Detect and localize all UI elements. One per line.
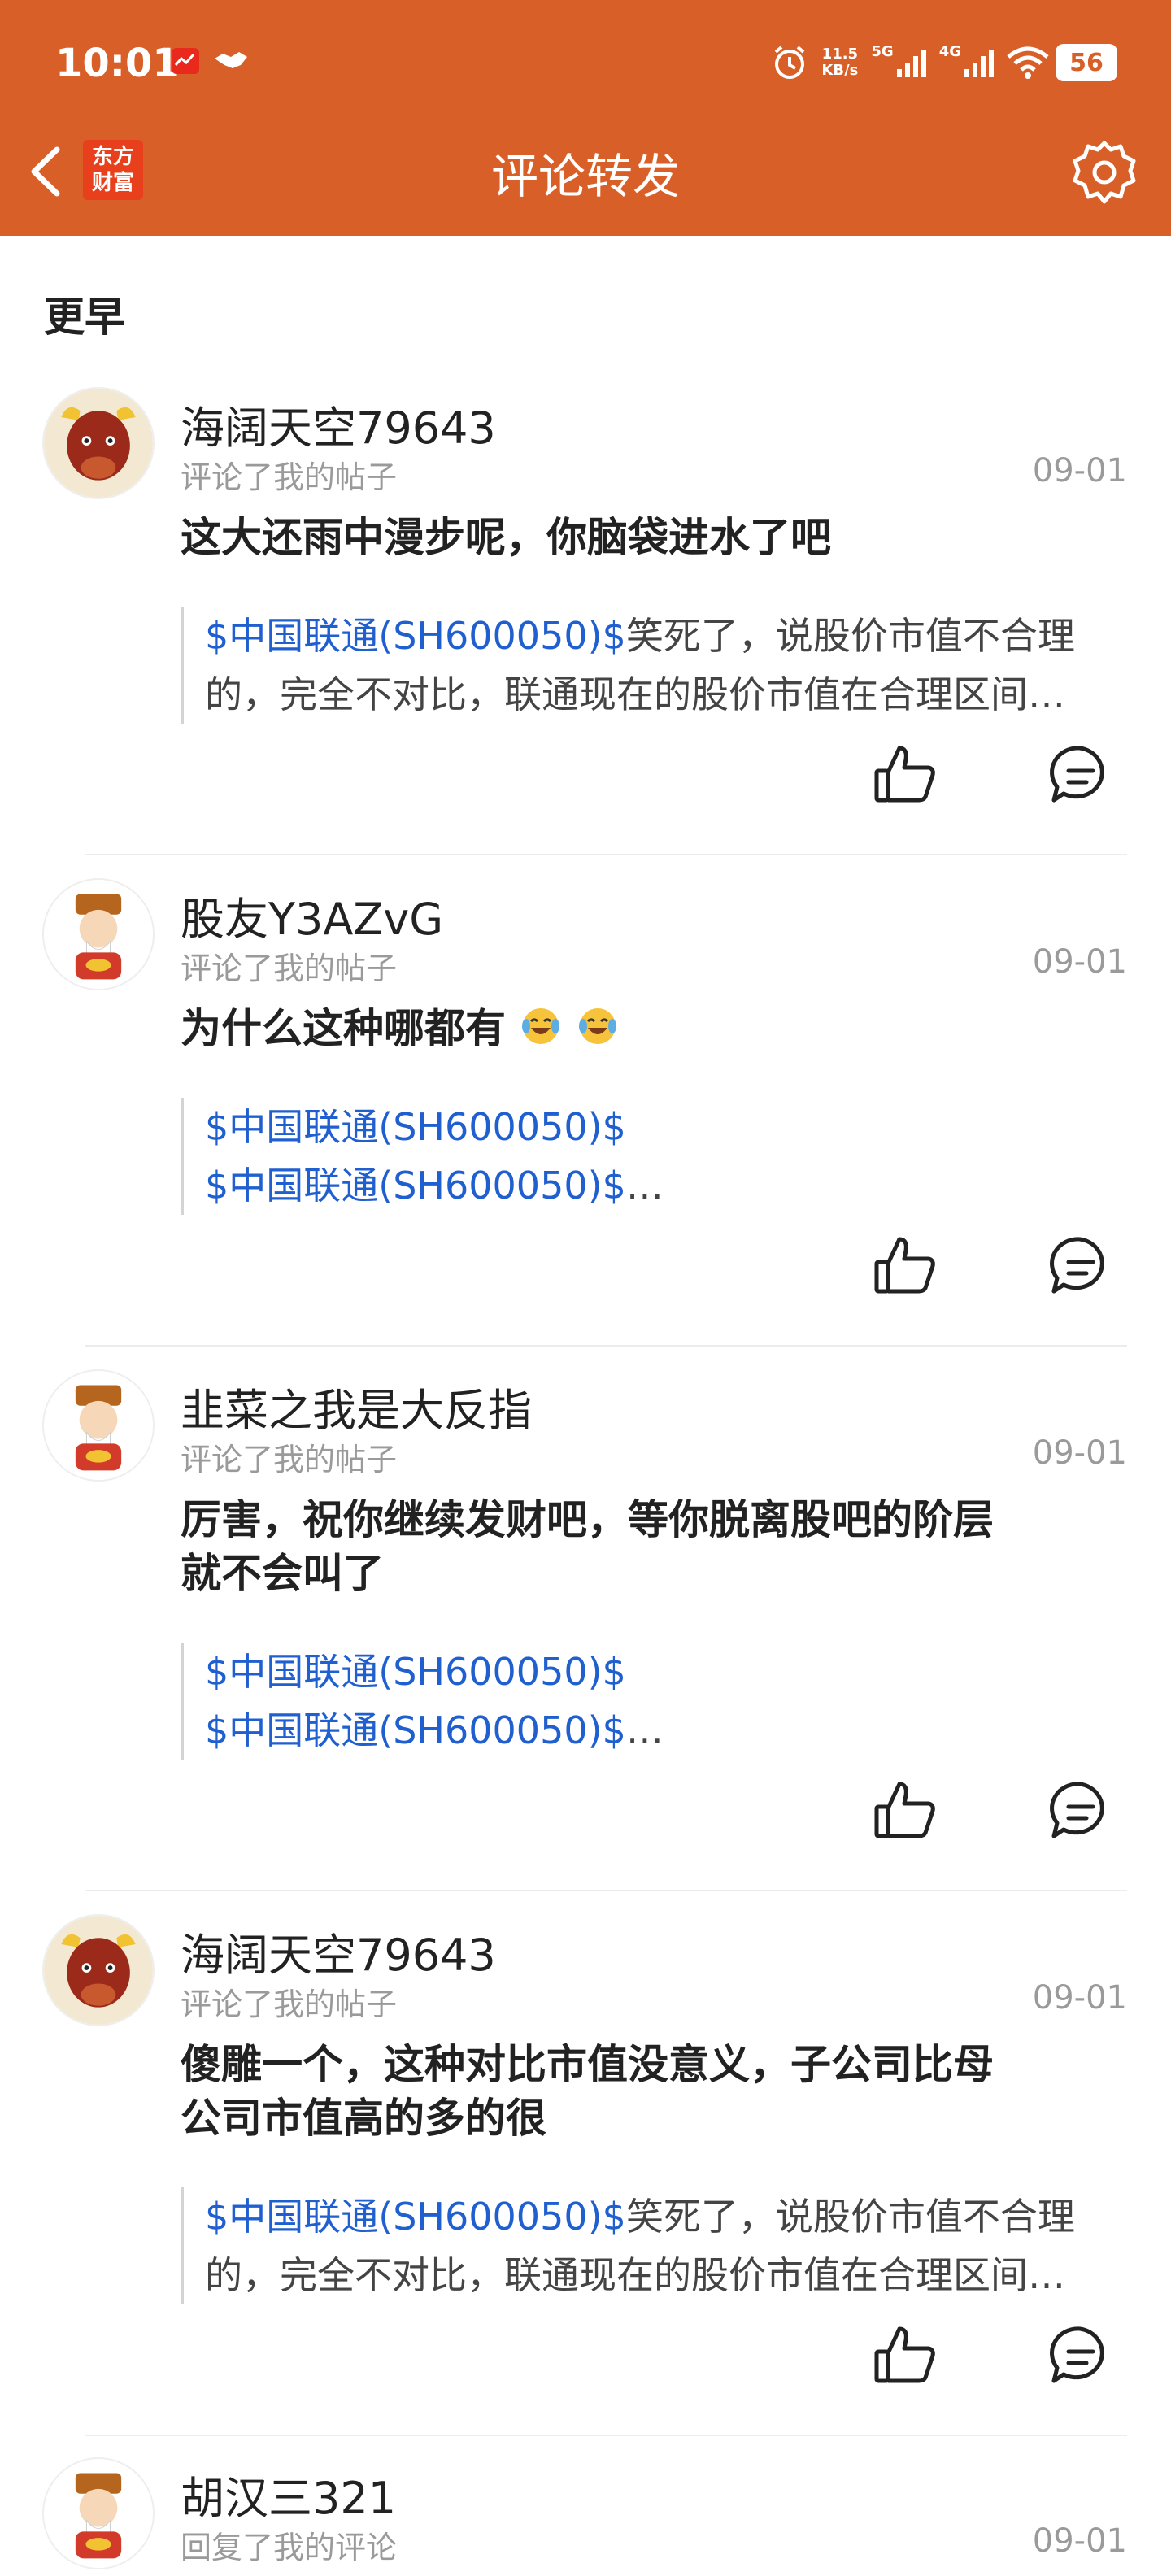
net-speed-unit: KB/s <box>821 62 859 79</box>
like-button[interactable] <box>872 1778 938 1844</box>
stock-link[interactable]: $中国联通(SH600050)$ <box>205 614 626 658</box>
username[interactable]: 胡汉三321 <box>181 2462 396 2526</box>
thumbs-up-icon <box>874 1782 935 1838</box>
thumbs-up-icon <box>874 746 935 803</box>
fortune-god-avatar-icon <box>44 2459 153 2568</box>
comment-line: 就不会叫了 <box>181 1550 384 1597</box>
divider <box>85 1345 1127 1347</box>
reply-button[interactable] <box>1046 2321 1114 2389</box>
network-speed: 11.5 KB/s <box>821 46 858 79</box>
comment-bubble-icon <box>1050 1782 1104 1838</box>
avatar[interactable] <box>42 1914 155 2026</box>
timestamp: 09-01 <box>1032 1434 1127 1472</box>
net-speed-value: 11.5 <box>821 46 859 63</box>
reply-button[interactable] <box>1046 1776 1114 1844</box>
quote-text: … <box>625 1164 664 1208</box>
settings-button[interactable] <box>1070 138 1138 207</box>
bull-avatar-icon <box>44 389 153 498</box>
quote-text: 笑死了，说股价市值不合理 <box>625 2195 1075 2239</box>
laughing-crying-emoji-icon <box>578 1008 616 1044</box>
divider <box>85 1890 1127 1891</box>
avatar[interactable] <box>42 1369 155 1482</box>
timestamp: 09-01 <box>1032 452 1127 490</box>
action-text: 评论了我的帖子 <box>181 1442 398 1477</box>
comment-bubble-icon <box>1050 1237 1104 1294</box>
comment-line: 傻雕一个，这种对比市值没意义，子公司比母 <box>181 2041 994 2088</box>
comment-line: 公司市值高的多的很 <box>181 2095 546 2142</box>
stock-link[interactable]: $中国联通(SH600050)$ <box>205 2195 626 2239</box>
alarm-icon <box>775 46 805 79</box>
signal-bars-icon <box>964 50 994 77</box>
quoted-post[interactable]: $中国联通(SH600050)$笑死了，说股价市值不合理 的，完全不对比，联通现… <box>181 2187 1127 2304</box>
quote-text: 笑死了，说股价市值不合理 <box>625 614 1075 658</box>
quoted-post[interactable]: $中国联通(SH600050)$ $中国联通(SH600050)$… <box>181 1643 1127 1760</box>
section-title: 更早 <box>44 294 125 341</box>
signal-1-label: 5G <box>871 42 894 60</box>
username[interactable]: 海阔天空79643 <box>181 392 496 456</box>
comment-text[interactable]: 这大还雨中漫步呢，你脑袋进水了吧 <box>181 511 1108 564</box>
like-button[interactable] <box>872 742 938 808</box>
avatar[interactable] <box>42 387 155 499</box>
divider <box>85 2435 1127 2436</box>
username[interactable]: 海阔天空79643 <box>181 1919 496 1983</box>
timestamp: 09-01 <box>1032 2522 1127 2560</box>
avatar[interactable] <box>42 878 155 990</box>
stock-app-notification-icon <box>172 48 199 74</box>
battery-indicator: 56 <box>1056 44 1117 81</box>
quote-text: 的，完全不对比，联通现在的股价市值在合理区间… <box>205 672 1065 716</box>
avatar[interactable] <box>42 2457 155 2569</box>
signal-2-label: 4G <box>938 42 961 60</box>
reply-button[interactable] <box>1046 1231 1114 1299</box>
comment-bubble-icon <box>1050 746 1104 803</box>
comment-text[interactable]: 厉害，祝你继续发财吧，等你脱离股吧的阶层 就不会叫了 <box>181 1493 1108 1600</box>
comment-body: 为什么这种哪都有 <box>181 1005 506 1052</box>
like-button[interactable] <box>872 1233 938 1299</box>
fortune-god-avatar-icon <box>44 880 153 989</box>
action-text: 评论了我的帖子 <box>181 459 398 495</box>
quote-text: 的，完全不对比，联通现在的股价市值在合理区间… <box>205 2253 1065 2297</box>
timestamp: 09-01 <box>1032 943 1127 981</box>
action-text: 评论了我的帖子 <box>181 951 398 986</box>
like-button[interactable] <box>872 2322 938 2389</box>
action-text: 评论了我的帖子 <box>181 1986 398 2022</box>
stock-link[interactable]: $中国联通(SH600050)$ <box>205 1650 626 1694</box>
gear-icon <box>1073 141 1136 204</box>
fortune-god-avatar-icon <box>44 1371 153 1480</box>
thumbs-up-icon <box>874 1237 935 1294</box>
comment-line: 厉害，祝你继续发财吧，等你脱离股吧的阶层 <box>181 1496 994 1543</box>
bull-avatar-icon <box>44 1916 153 2025</box>
page-title: 评论转发 <box>490 149 680 204</box>
stock-link[interactable]: $中国联通(SH600050)$ <box>205 1105 626 1149</box>
status-time: 10:01 <box>55 41 180 86</box>
comment-text[interactable]: 为什么这种哪都有 <box>181 1002 1108 1055</box>
username[interactable]: 股友Y3AZvG <box>181 883 443 947</box>
stock-link[interactable]: $中国联通(SH600050)$ <box>205 1708 626 1752</box>
username[interactable]: 韭菜之我是大反指 <box>181 1374 532 1438</box>
top-bar: 10:01 11.5 KB/s 5G 4G 56 东方 财富 评论转发 <box>0 0 1171 236</box>
handshake-notification-icon <box>215 52 247 68</box>
divider <box>85 854 1127 855</box>
reply-button[interactable] <box>1046 740 1114 808</box>
quoted-post[interactable]: $中国联通(SH600050)$笑死了，说股价市值不合理 的，完全不对比，联通现… <box>181 607 1127 724</box>
quote-text: … <box>625 1708 664 1752</box>
quoted-post[interactable]: $中国联通(SH600050)$ $中国联通(SH600050)$… <box>181 1098 1127 1215</box>
action-text: 回复了我的评论 <box>181 2530 398 2565</box>
thumbs-up-icon <box>874 2326 935 2383</box>
status-icons: 11.5 KB/s 5G 4G 56 <box>771 42 1117 83</box>
comment-bubble-icon <box>1050 2326 1104 2383</box>
stock-link[interactable]: $中国联通(SH600050)$ <box>205 1164 626 1208</box>
laughing-crying-emoji-icon <box>522 1008 560 1044</box>
comment-text[interactable]: 傻雕一个，这种对比市值没意义，子公司比母 公司市值高的多的很 <box>181 2038 1108 2145</box>
timestamp: 09-01 <box>1032 1979 1127 2017</box>
wifi-icon <box>1007 46 1049 79</box>
signal-bars-icon <box>896 50 926 77</box>
